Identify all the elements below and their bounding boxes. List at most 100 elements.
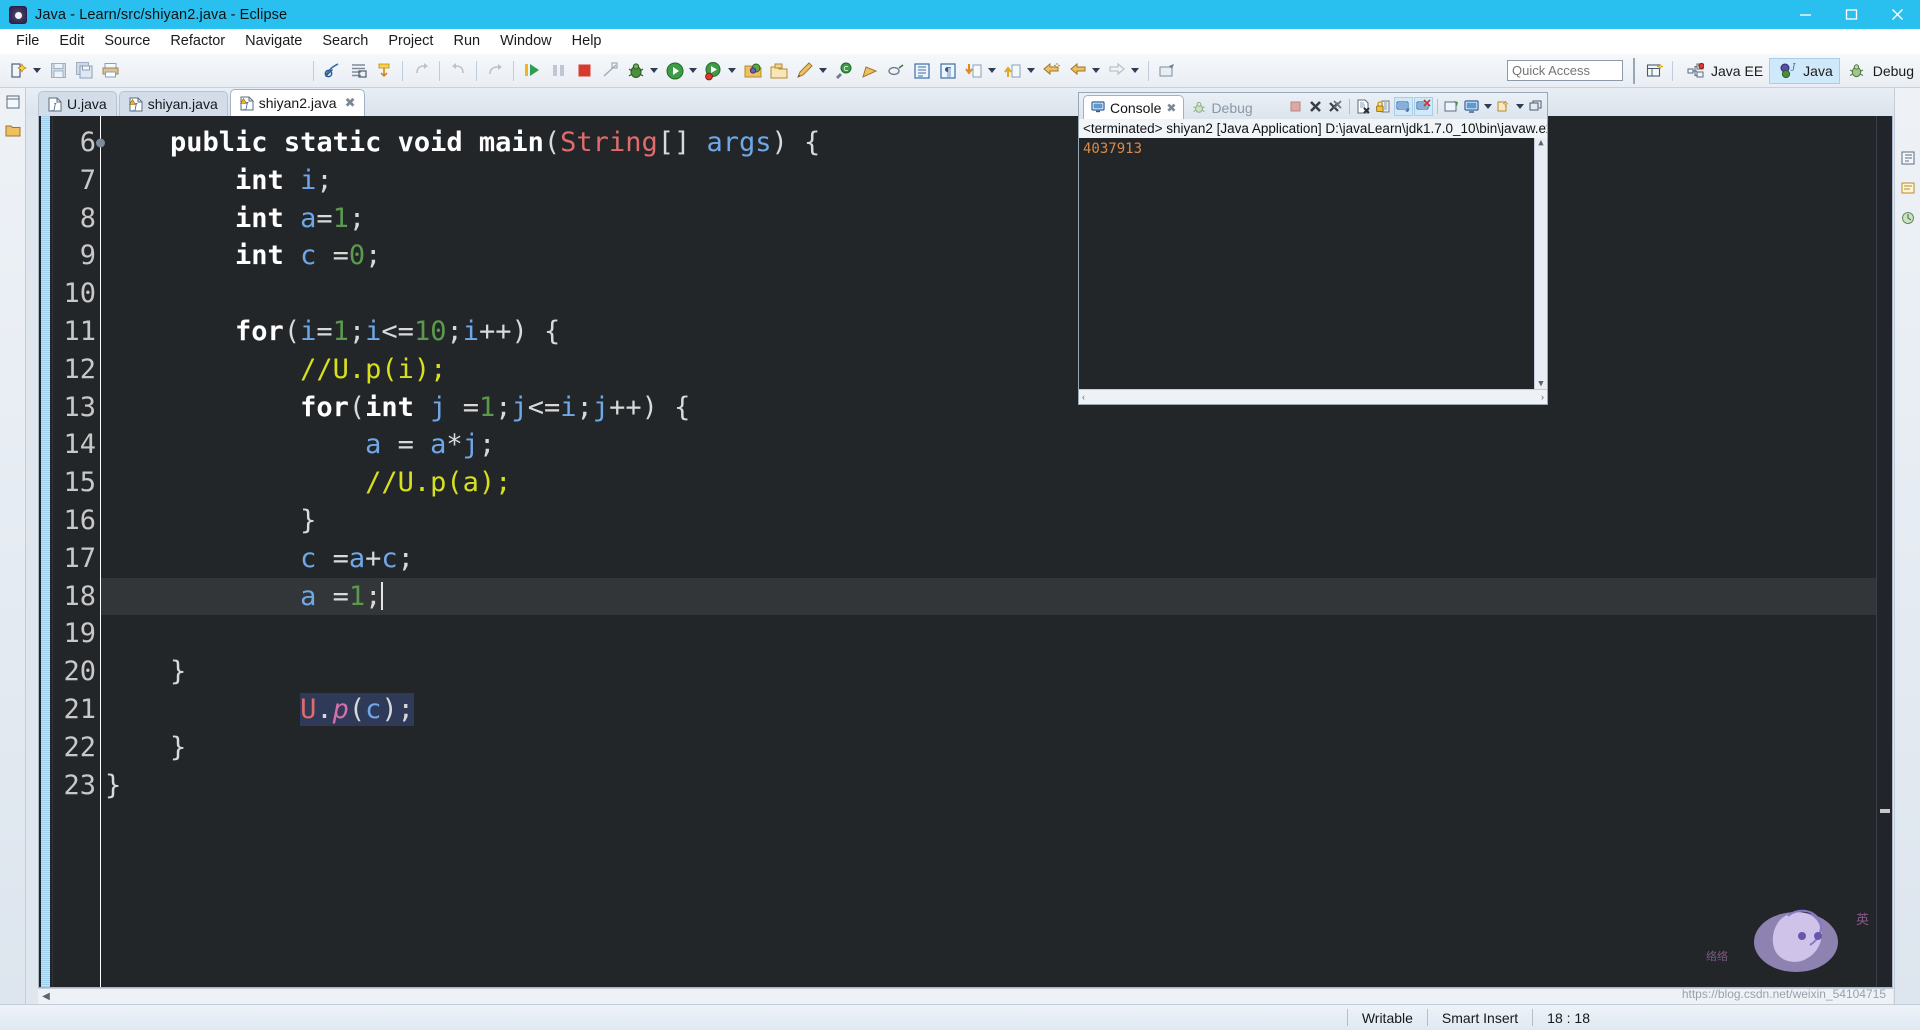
open-type-button[interactable]: C xyxy=(831,56,857,86)
run-dropdown-arrow[interactable] xyxy=(686,60,699,82)
editor-horizontal-scrollbar[interactable]: ◀ xyxy=(38,988,1893,1004)
code-line[interactable]: c =a+c; xyxy=(101,540,1876,578)
console-vertical-scrollbar[interactable]: ▲ ▼ xyxy=(1534,138,1547,389)
view-menu-icon[interactable] xyxy=(1494,97,1513,116)
console-tab-close-icon[interactable]: ✖ xyxy=(1166,101,1176,115)
code-line[interactable]: int i; xyxy=(101,162,1876,200)
code-editor[interactable]: 6 7 8 9 10 11 12 13 14 15 16 17 18 19 20 21 22 23 public … xyxy=(38,116,1893,988)
code-line[interactable]: int a=1; xyxy=(101,200,1876,238)
previous-annotation-button[interactable] xyxy=(445,56,471,86)
new-class-dropdown-arrow[interactable] xyxy=(816,60,829,82)
perspective-debug[interactable]: Debug xyxy=(1840,58,1920,84)
code-line[interactable]: int c =0; xyxy=(101,237,1876,275)
debug-dropdown-button[interactable] xyxy=(623,56,662,86)
code-line[interactable]: public static void main(String[] args) { xyxy=(101,124,1876,162)
menu-edit[interactable]: Edit xyxy=(49,31,94,51)
code-line[interactable]: a =1; xyxy=(101,577,1876,616)
package-explorer-icon[interactable] xyxy=(3,120,23,140)
new-wizard-dropdown-arrow[interactable] xyxy=(30,60,43,82)
back-button[interactable] xyxy=(482,56,508,86)
pin-console-icon[interactable] xyxy=(1394,96,1413,116)
perspective-java[interactable]: J Java xyxy=(1769,57,1840,84)
save-button[interactable] xyxy=(45,56,71,86)
external-tools-dropdown-arrow[interactable] xyxy=(725,60,738,82)
menu-refactor[interactable]: Refactor xyxy=(160,31,235,51)
save-all-button[interactable] xyxy=(71,56,97,86)
terminate-icon[interactable] xyxy=(1286,97,1305,116)
console-tab[interactable]: Console ✖ xyxy=(1083,95,1185,119)
new-console-dropdown-arrow[interactable] xyxy=(1482,97,1493,116)
editor-tab-shiyan2-java[interactable]: J shiyan2.java ✖ xyxy=(229,89,366,116)
restore-left-panel-icon[interactable] xyxy=(3,92,23,112)
display-selected-console-icon[interactable] xyxy=(1414,96,1433,116)
annotation-ruler[interactable] xyxy=(39,116,53,987)
run-external-tools-button[interactable] xyxy=(701,56,740,86)
menu-help[interactable]: Help xyxy=(562,31,612,51)
code-line[interactable]: } xyxy=(101,502,1876,540)
new-class-button[interactable] xyxy=(792,56,831,86)
forward-nav-dropdown-arrow[interactable] xyxy=(1128,60,1141,82)
console-scroll-up-icon[interactable]: ▲ xyxy=(1538,138,1543,148)
task-list-icon[interactable] xyxy=(1898,178,1918,198)
console-horizontal-scrollbar[interactable]: ‹ › xyxy=(1079,389,1547,404)
print-button[interactable] xyxy=(97,56,123,86)
down-annotation-dropdown-arrow[interactable] xyxy=(985,60,998,82)
previous-annotation-2-button[interactable] xyxy=(1000,56,1039,86)
new-wizard-button[interactable] xyxy=(6,56,45,86)
console-scroll-left-icon[interactable]: ‹ xyxy=(1082,392,1085,402)
editor-tab-close-icon[interactable]: ✖ xyxy=(345,95,356,111)
code-line[interactable]: } xyxy=(101,729,1876,767)
toggle-whitespace-button[interactable]: ¶ xyxy=(935,56,961,86)
clear-console-icon[interactable] xyxy=(1354,97,1373,116)
new-console-view-icon[interactable] xyxy=(1462,97,1481,116)
code-line[interactable] xyxy=(101,275,1876,313)
run-button[interactable] xyxy=(662,56,701,86)
perspective-java-ee[interactable]: Java EE xyxy=(1678,58,1769,84)
outline-view-icon[interactable] xyxy=(1898,148,1918,168)
disconnect-button[interactable] xyxy=(597,56,623,86)
menu-search[interactable]: Search xyxy=(312,31,378,51)
pause-button[interactable] xyxy=(545,56,571,86)
menu-project[interactable]: Project xyxy=(378,31,443,51)
editor-overview-ruler[interactable] xyxy=(1876,116,1892,987)
code-line[interactable]: for(i=1;i<=10;i++) { xyxy=(101,313,1876,351)
console-output[interactable]: 4037913 ▲ ▼ xyxy=(1079,138,1547,389)
editor-tab-u-java[interactable]: J U.java xyxy=(38,91,117,116)
code-line[interactable]: //U.p(i); xyxy=(101,351,1876,389)
pin-editor-button[interactable] xyxy=(1154,56,1180,86)
console-scroll-down-icon[interactable]: ▼ xyxy=(1538,379,1543,389)
task-repository-icon[interactable] xyxy=(1898,208,1918,228)
code-line[interactable]: } xyxy=(101,653,1876,691)
toggle-mark-occurrences-button[interactable] xyxy=(319,56,345,86)
minimize-maximize-icon[interactable] xyxy=(1526,97,1545,116)
menu-source[interactable]: Source xyxy=(94,31,160,51)
open-task-button[interactable] xyxy=(857,56,883,86)
open-perspective-button[interactable] xyxy=(1643,59,1667,83)
toggle-block-selection-button[interactable] xyxy=(345,56,371,86)
debug-tab[interactable]: Debug xyxy=(1184,95,1260,119)
close-button[interactable] xyxy=(1874,0,1920,29)
stop-button[interactable] xyxy=(571,56,597,86)
back-history-button[interactable] xyxy=(1039,56,1065,86)
view-menu-dropdown-arrow[interactable] xyxy=(1514,97,1525,116)
search-button[interactable] xyxy=(883,56,909,86)
forward-nav-button[interactable] xyxy=(1104,56,1143,86)
debug-dropdown-arrow[interactable] xyxy=(647,60,660,82)
open-console-icon[interactable] xyxy=(1442,97,1461,116)
code-text-area[interactable]: public static void main(String[] args) {… xyxy=(101,116,1876,987)
maximize-button[interactable] xyxy=(1828,0,1874,29)
remove-all-terminated-icon[interactable] xyxy=(1326,97,1345,116)
code-line[interactable]: for(int j =1;j<=i;j++) { xyxy=(101,389,1876,427)
toggle-breadcrumb-button[interactable] xyxy=(909,56,935,86)
back-nav-button[interactable] xyxy=(1065,56,1104,86)
debug-button[interactable] xyxy=(519,56,545,86)
menu-navigate[interactable]: Navigate xyxy=(235,31,312,51)
new-package-button[interactable] xyxy=(766,56,792,86)
remove-launch-icon[interactable] xyxy=(1306,97,1325,116)
minimize-button[interactable] xyxy=(1782,0,1828,29)
code-line[interactable]: //U.p(a); xyxy=(101,464,1876,502)
new-java-project-button[interactable] xyxy=(740,56,766,86)
last-edit-location-button[interactable] xyxy=(371,56,397,86)
console-scroll-right-icon[interactable]: › xyxy=(1541,392,1544,402)
scroll-left-icon[interactable]: ◀ xyxy=(38,991,54,1002)
